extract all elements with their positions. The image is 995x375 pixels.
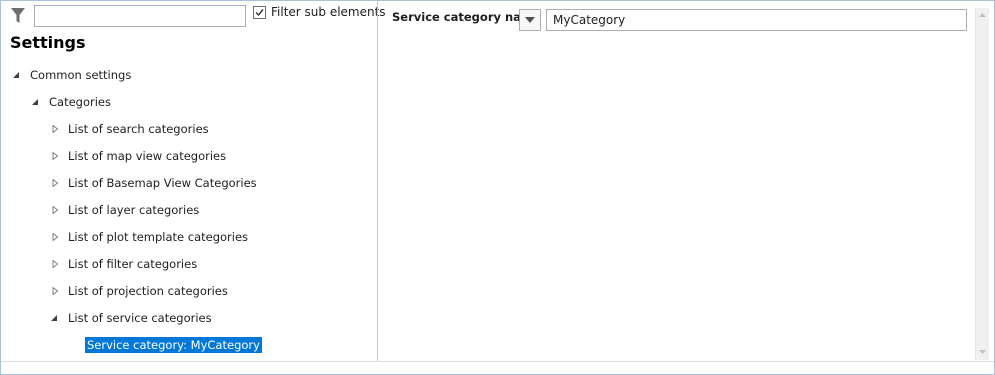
collapsed-arrow-icon[interactable] <box>51 233 59 241</box>
tree-item-label: List of plot template categories <box>68 230 249 244</box>
search-input[interactable] <box>35 6 245 26</box>
expanded-arrow-icon[interactable] <box>12 71 20 79</box>
tree-item-label: List of search categories <box>68 122 209 136</box>
filter-sub-elements-checkbox[interactable] <box>253 6 266 19</box>
tree-item-label: List of Basemap View Categories <box>68 176 257 190</box>
tree-item-label: List of projection categories <box>68 284 228 298</box>
tree-item-label: List of map view categories <box>68 149 227 163</box>
settings-tree-pane: Filter sub elements Settings Common sett… <box>1 1 386 374</box>
expanded-arrow-icon[interactable] <box>31 98 39 106</box>
chevron-down-icon <box>525 17 535 23</box>
collapsed-arrow-icon[interactable] <box>51 260 59 268</box>
tree-item-label-selected: Service category: MyCategory <box>85 337 262 353</box>
property-pane: Service category name <box>378 1 994 374</box>
collapsed-arrow-icon[interactable] <box>51 287 59 295</box>
service-category-name-field-wrapper <box>546 9 967 31</box>
service-category-name-field[interactable] <box>547 10 966 30</box>
tree-item-label: Common settings <box>30 68 132 82</box>
scroll-up-button[interactable] <box>976 8 989 22</box>
filter-sub-elements-label[interactable]: Filter sub elements <box>271 5 386 19</box>
collapsed-arrow-icon[interactable] <box>51 125 59 133</box>
settings-window: Filter sub elements Settings Common sett… <box>0 0 995 375</box>
vertical-scrollbar[interactable] <box>975 8 989 360</box>
scroll-down-arrow-icon <box>979 350 986 354</box>
search-input-wrapper <box>34 5 246 27</box>
tree-item-label: List of layer categories <box>68 203 200 217</box>
status-divider <box>1 361 994 362</box>
expanded-arrow-icon[interactable] <box>50 314 58 322</box>
service-category-dropdown-button[interactable] <box>519 9 541 31</box>
scroll-down-button[interactable] <box>976 345 989 359</box>
tree-item-label: List of service categories <box>68 311 212 325</box>
tree-item-label: Categories <box>49 95 111 109</box>
tree-item-label: List of filter categories <box>68 257 198 271</box>
collapsed-arrow-icon[interactable] <box>51 179 59 187</box>
scroll-up-arrow-icon <box>979 13 986 17</box>
page-title: Settings <box>10 33 86 52</box>
filter-icon[interactable] <box>10 7 26 25</box>
checkmark-icon <box>255 9 264 17</box>
collapsed-arrow-icon[interactable] <box>51 152 59 160</box>
collapsed-arrow-icon[interactable] <box>51 206 59 214</box>
